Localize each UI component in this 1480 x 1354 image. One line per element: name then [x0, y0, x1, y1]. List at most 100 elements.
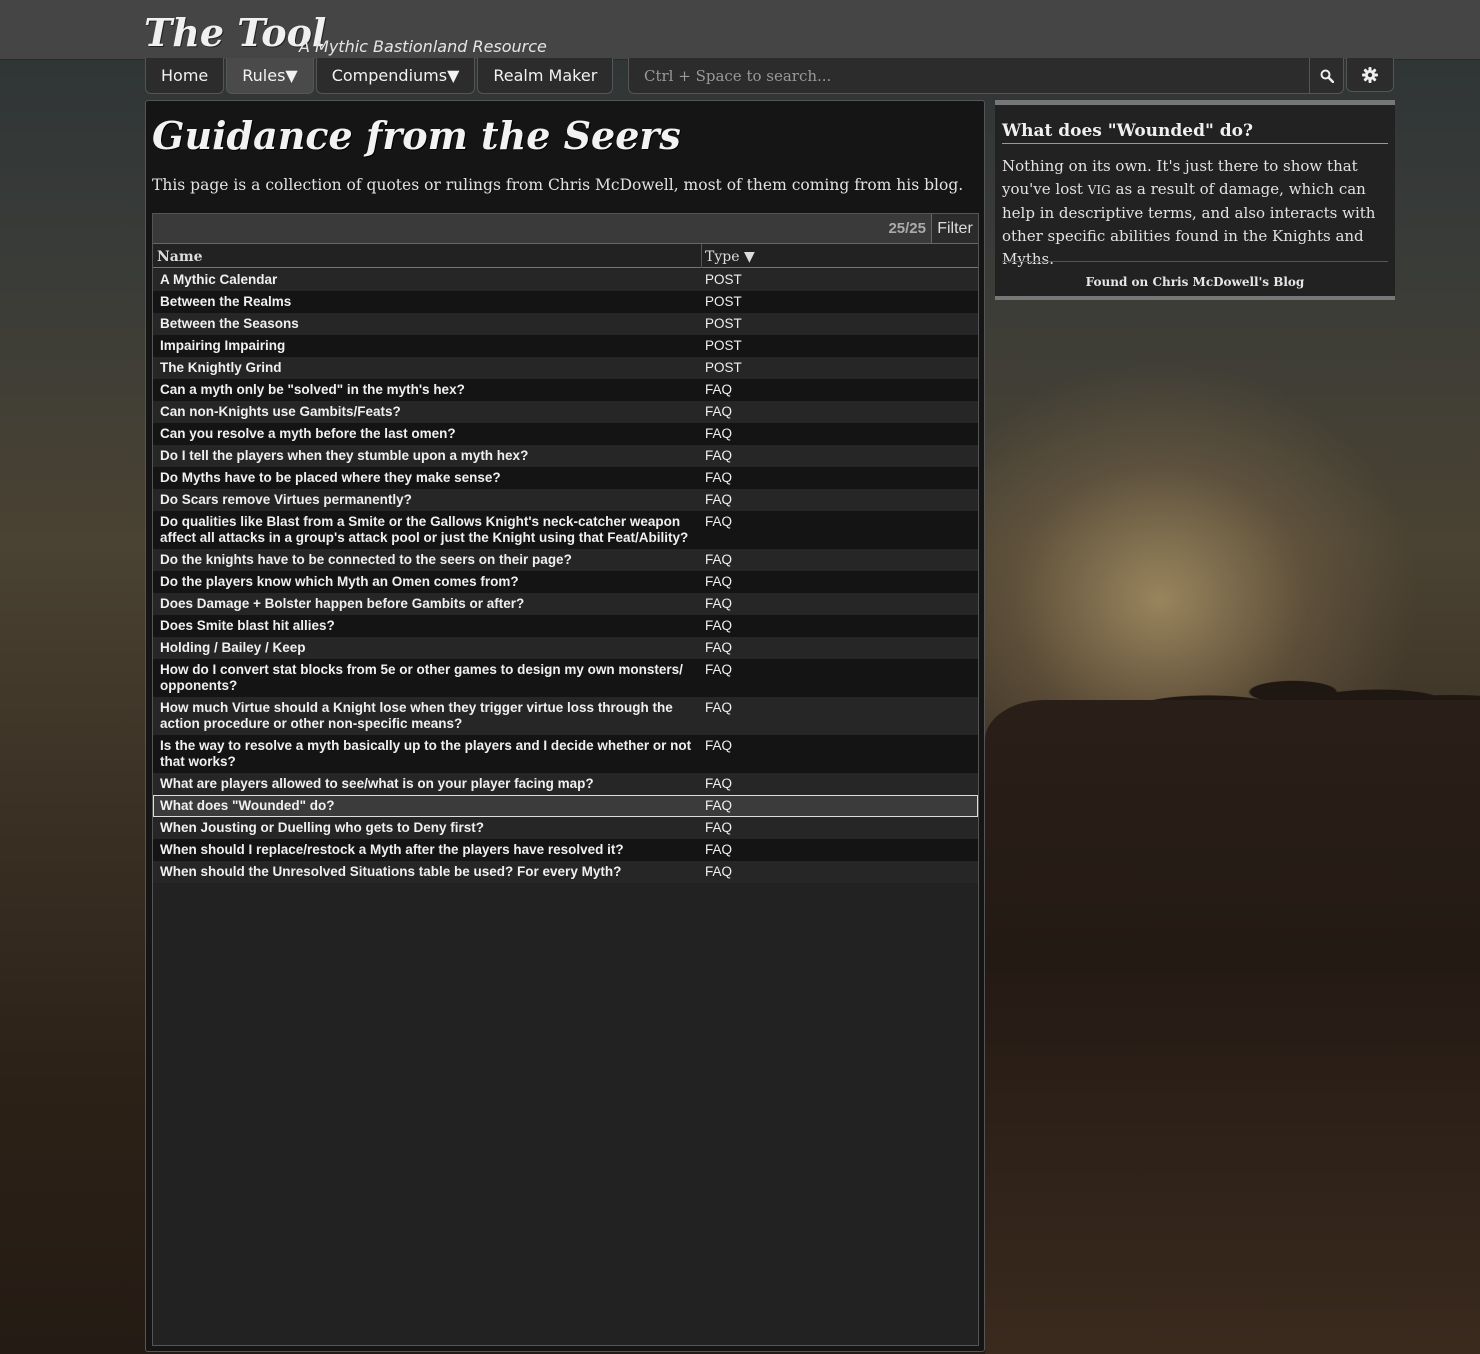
table-row[interactable]: Does Damage + Bolster happen before Gamb…: [153, 593, 978, 615]
table-row[interactable]: Do the knights have to be connected to t…: [153, 549, 978, 571]
row-name: How do I convert stat blocks from 5e or …: [160, 662, 683, 693]
row-type: FAQ: [705, 552, 733, 567]
table-row[interactable]: When should the Unresolved Situations ta…: [153, 861, 978, 883]
row-type: FAQ: [705, 798, 733, 813]
row-name: Do the players know which Myth an Omen c…: [160, 574, 519, 589]
table-row[interactable]: How do I convert stat blocks from 5e or …: [153, 659, 978, 697]
table-row[interactable]: Can a myth only be "solved" in the myth'…: [153, 379, 978, 401]
row-name: Do Scars remove Virtues permanently?: [160, 492, 412, 507]
page-intro: This page is a collection of quotes or r…: [152, 176, 964, 194]
table-row[interactable]: What does "Wounded" do? FAQ: [153, 795, 978, 817]
row-type: POST: [705, 316, 742, 331]
table-row[interactable]: Is the way to resolve a myth basically u…: [153, 735, 978, 773]
row-type: FAQ: [705, 470, 733, 485]
table-row[interactable]: Do Scars remove Virtues permanently? FAQ: [153, 489, 978, 511]
detail-panel: What does "Wounded" do? Nothing on its o…: [995, 100, 1395, 300]
row-type: FAQ: [705, 426, 733, 441]
table-row[interactable]: Holding / Bailey / Keep FAQ: [153, 637, 978, 659]
detail-divider: [1002, 261, 1388, 262]
entry-list: 25/25 Filter Name Type ▼ A Mythic Calend…: [152, 213, 979, 1346]
detail-title: What does "Wounded" do?: [1002, 121, 1388, 144]
table-row[interactable]: Do I tell the players when they stumble …: [153, 445, 978, 467]
table-row[interactable]: Do qualities like Blast from a Smite or …: [153, 511, 978, 549]
search-bar: [628, 58, 1344, 94]
table-row[interactable]: When should I replace/restock a Myth aft…: [153, 839, 978, 861]
row-name: Can you resolve a myth before the last o…: [160, 426, 456, 441]
table-header: Name Type ▼: [153, 244, 978, 268]
column-divider: [701, 244, 702, 268]
table-row[interactable]: Between the Seasons POST: [153, 313, 978, 335]
row-type: FAQ: [705, 574, 733, 589]
row-type: FAQ: [705, 448, 733, 463]
row-type: FAQ: [705, 820, 733, 835]
settings-button[interactable]: [1346, 58, 1394, 92]
row-type: FAQ: [705, 492, 733, 507]
search-button[interactable]: [1309, 58, 1343, 93]
row-name: Holding / Bailey / Keep: [160, 640, 306, 655]
row-name: Does Smite blast hit allies?: [160, 618, 335, 633]
row-name: Is the way to resolve a myth basically u…: [160, 738, 692, 769]
row-type: FAQ: [705, 662, 733, 677]
page-title: Guidance from the Seers: [152, 113, 681, 158]
table-row[interactable]: How much Virtue should a Knight lose whe…: [153, 697, 978, 735]
nav-compendiums[interactable]: Compendiums▼: [315, 58, 476, 94]
search-icon: [1320, 69, 1334, 83]
row-name: Between the Seasons: [160, 316, 299, 331]
row-type: FAQ: [705, 596, 733, 611]
filter-button[interactable]: Filter: [931, 214, 978, 243]
row-type: FAQ: [705, 738, 733, 753]
nav-realm-maker[interactable]: Realm Maker: [477, 58, 614, 94]
table-row[interactable]: Between the Realms POST: [153, 291, 978, 313]
table-row[interactable]: Do Myths have to be placed where they ma…: [153, 467, 978, 489]
row-type: FAQ: [705, 382, 733, 397]
search-input[interactable]: [629, 58, 1309, 93]
result-count: 25/25: [888, 220, 926, 237]
detail-source[interactable]: Found on Chris McDowell's Blog: [995, 275, 1395, 289]
detail-body-stat: VIG: [1087, 183, 1111, 197]
nav-home[interactable]: Home: [145, 58, 225, 94]
row-type: FAQ: [705, 404, 733, 419]
table-row[interactable]: The Knightly Grind POST: [153, 357, 978, 379]
row-type: POST: [705, 360, 742, 375]
main-nav: Home Rules▼ Compendiums▼ Realm Maker: [145, 58, 615, 94]
top-bar: The Tool A Mythic Bastionland Resource: [0, 0, 1480, 60]
row-type: POST: [705, 338, 742, 353]
column-header-type[interactable]: Type ▼: [705, 249, 755, 265]
row-type: FAQ: [705, 842, 733, 857]
row-type: FAQ: [705, 618, 733, 633]
row-name: When should the Unresolved Situations ta…: [160, 864, 622, 879]
row-type: FAQ: [705, 640, 733, 655]
table-row[interactable]: What are players allowed to see/what is …: [153, 773, 978, 795]
table-row[interactable]: Can non-Knights use Gambits/Feats? FAQ: [153, 401, 978, 423]
row-name: Do the knights have to be connected to t…: [160, 552, 572, 567]
row-name: Do I tell the players when they stumble …: [160, 448, 529, 463]
row-name: Can non-Knights use Gambits/Feats?: [160, 404, 401, 419]
site-subtitle: A Mythic Bastionland Resource: [299, 37, 547, 56]
row-type: FAQ: [705, 864, 733, 879]
row-type: FAQ: [705, 776, 733, 791]
row-name: What are players allowed to see/what is …: [160, 776, 594, 791]
row-name: A Mythic Calendar: [160, 272, 278, 287]
background-hill: [985, 700, 1480, 1354]
row-name: When Jousting or Duelling who gets to De…: [160, 820, 484, 835]
table-row[interactable]: Does Smite blast hit allies? FAQ: [153, 615, 978, 637]
row-name: Impairing Impairing: [160, 338, 286, 353]
table-row[interactable]: A Mythic Calendar POST: [153, 269, 978, 291]
gear-icon: [1362, 66, 1378, 83]
nav-rules[interactable]: Rules▼: [226, 58, 314, 94]
row-type: POST: [705, 294, 742, 309]
column-header-name[interactable]: Name: [157, 249, 203, 265]
row-name: The Knightly Grind: [160, 360, 282, 375]
table-row[interactable]: Impairing Impairing POST: [153, 335, 978, 357]
detail-body: Nothing on its own. It's just there to s…: [1002, 155, 1392, 271]
row-name: Does Damage + Bolster happen before Gamb…: [160, 596, 525, 611]
table-row[interactable]: Can you resolve a myth before the last o…: [153, 423, 978, 445]
table-row[interactable]: Do the players know which Myth an Omen c…: [153, 571, 978, 593]
table-row[interactable]: When Jousting or Duelling who gets to De…: [153, 817, 978, 839]
row-name: When should I replace/restock a Myth aft…: [160, 842, 624, 857]
row-name: Do Myths have to be placed where they ma…: [160, 470, 501, 485]
row-name: What does "Wounded" do?: [160, 798, 335, 813]
filter-bar: 25/25 Filter: [153, 214, 978, 244]
row-name: How much Virtue should a Knight lose whe…: [160, 700, 673, 731]
table-body: A Mythic Calendar POST Between the Realms P…: [153, 269, 978, 883]
